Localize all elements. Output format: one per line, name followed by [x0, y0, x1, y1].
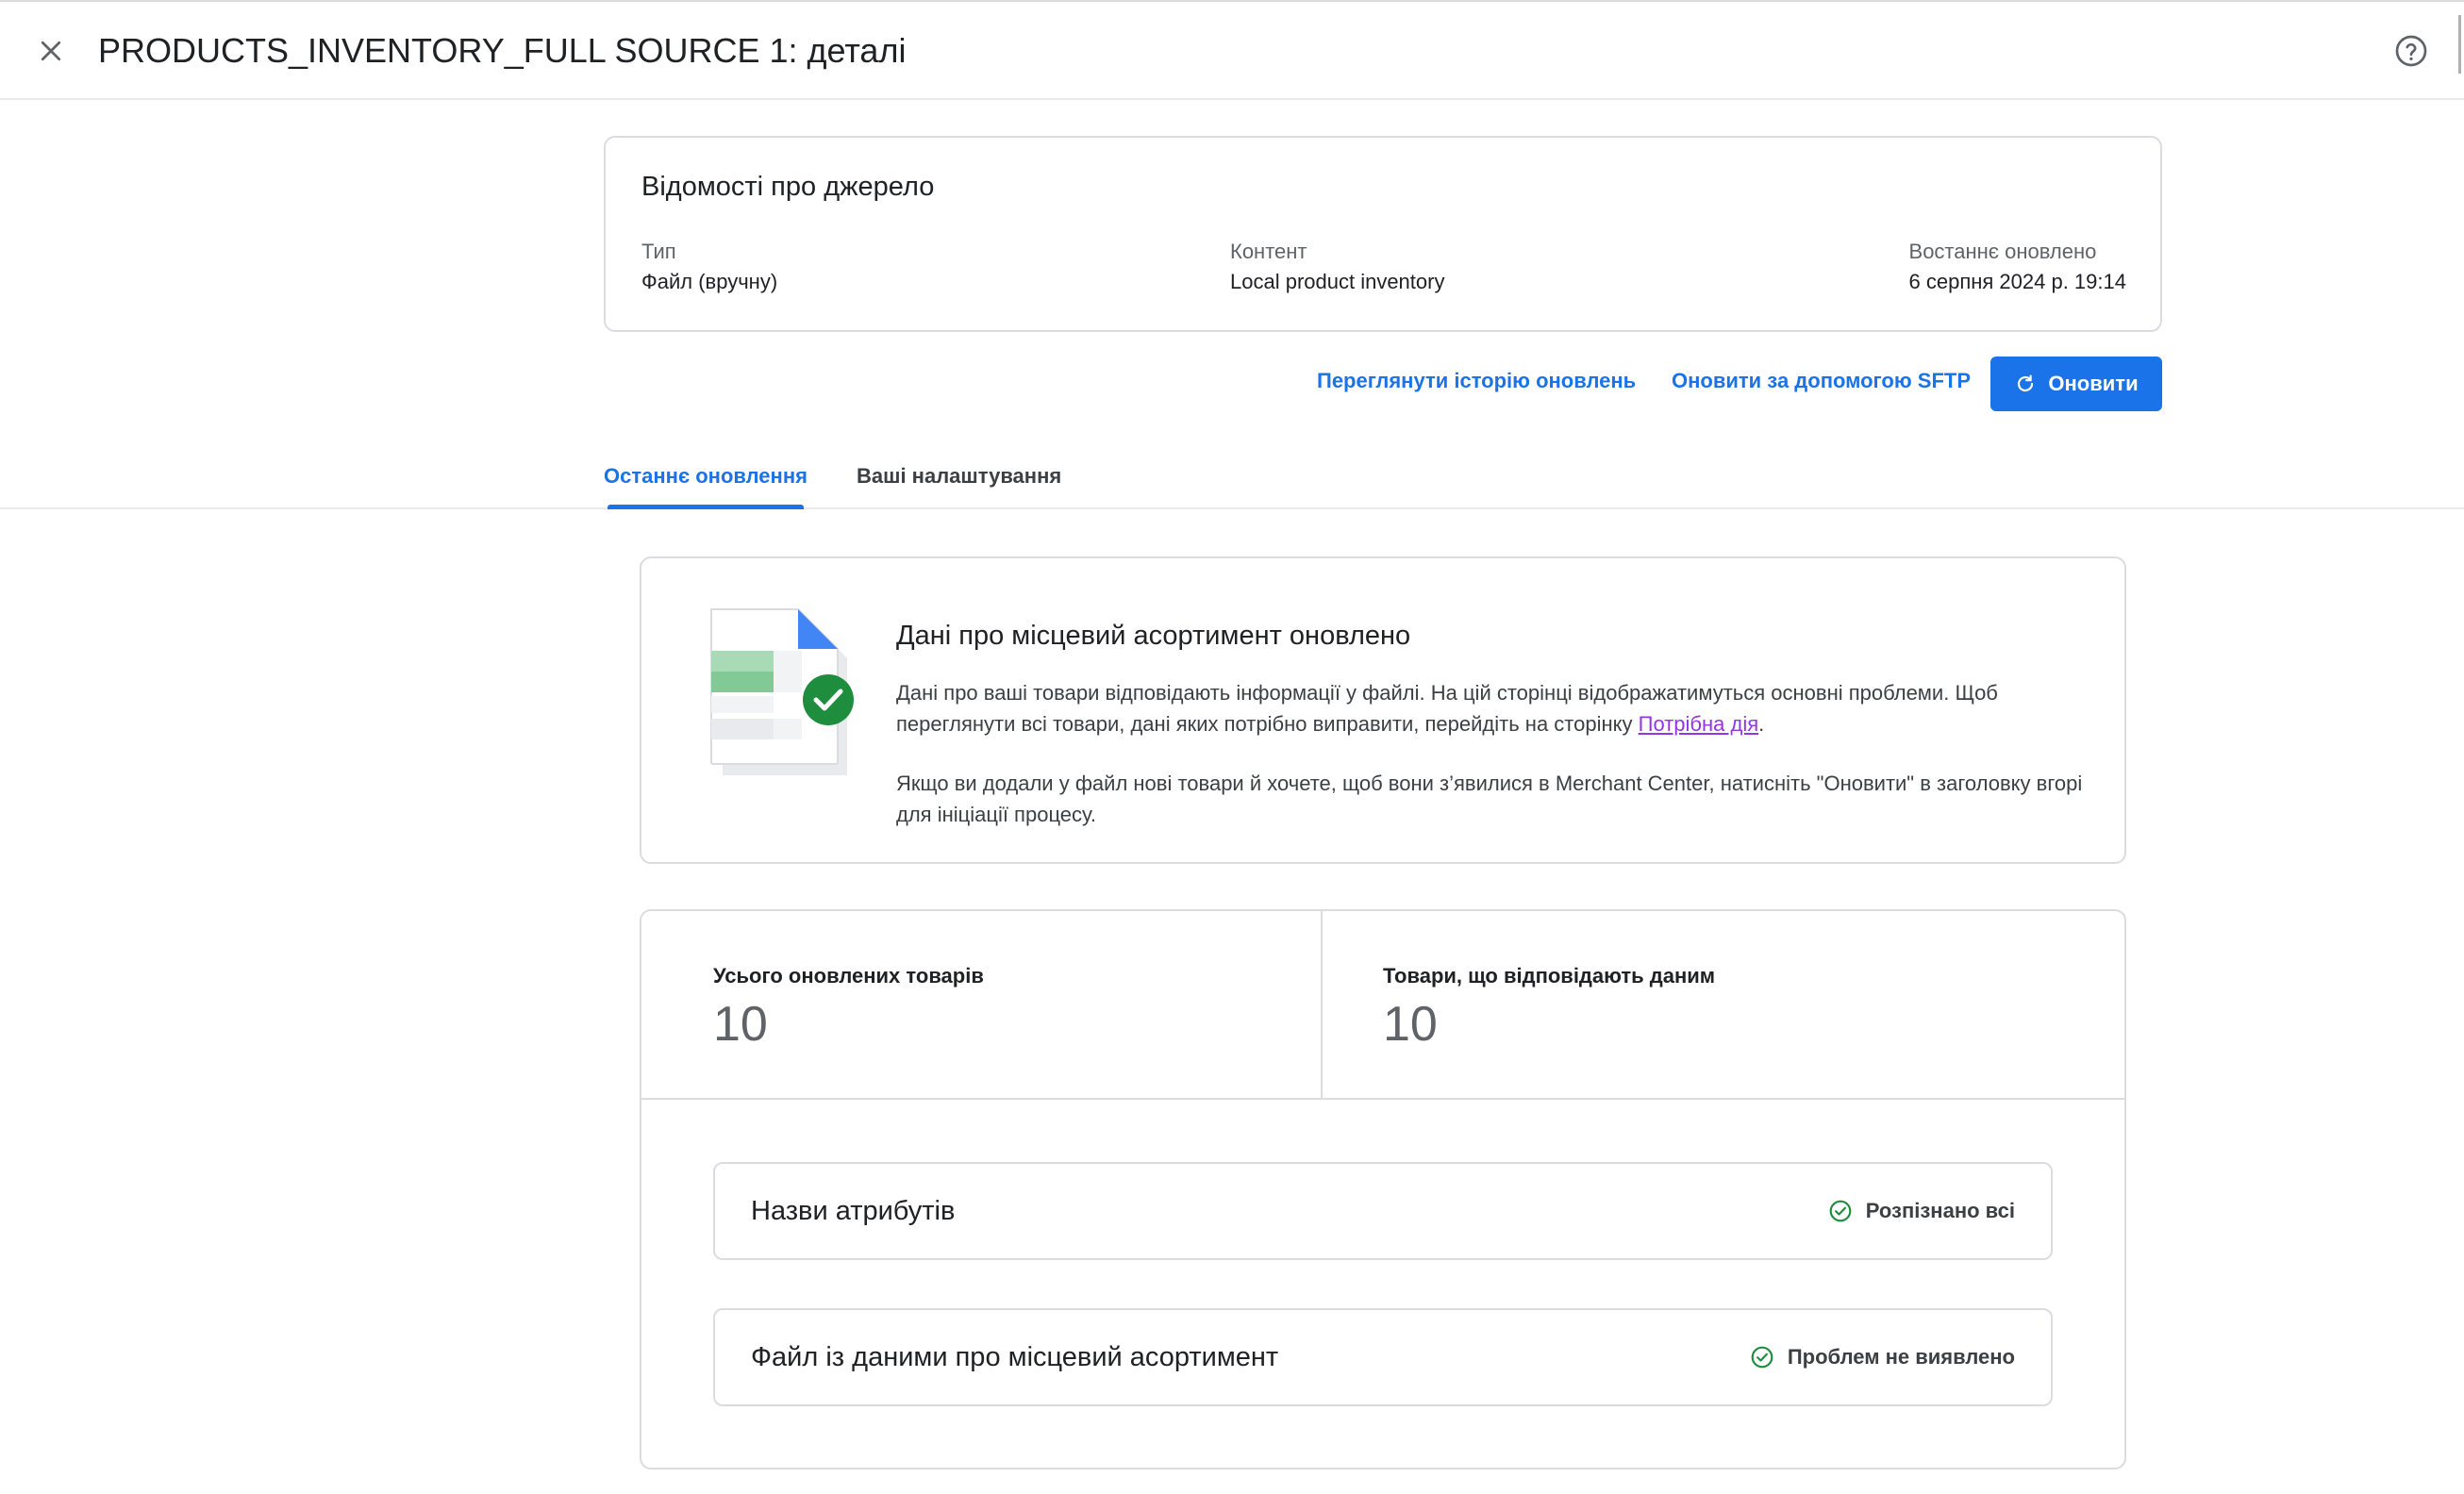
last-updated-value: 6 серпня 2024 р. 19:14 — [1908, 270, 2126, 293]
source-details-page: PRODUCTS_INVENTORY_FULL SOURCE 1: деталі… — [0, 0, 2464, 1494]
local-inventory-file-check[interactable]: Файл із даними про місцевий асортимент П… — [713, 1308, 2053, 1406]
refresh-button[interactable]: Оновити — [1990, 357, 2162, 411]
check-circle-icon — [1751, 1346, 1773, 1369]
matching-products-label: Товари, що відповідають даним — [1383, 964, 1716, 988]
attribute-names-label: Назви атрибутів — [751, 1195, 956, 1226]
status-title: Дані про місцевий асортимент оновлено — [896, 621, 1411, 651]
spreadsheet-file-check-icon — [710, 608, 854, 775]
source-type-label: Тип — [641, 240, 676, 263]
status-paragraph-1-end: . — [1758, 712, 1765, 736]
page-header: PRODUCTS_INVENTORY_FULL SOURCE 1: деталі — [0, 2, 2464, 100]
matching-products-value: 10 — [1383, 997, 1438, 1052]
source-type-value: Файл (вручну) — [641, 270, 778, 293]
status-paragraph-2: Якщо ви додали у файл нові товари й хоче… — [896, 772, 2083, 826]
total-updated-value: 10 — [713, 997, 768, 1052]
update-via-sftp-link[interactable]: Оновити за допомогою SFTP — [1672, 353, 1971, 409]
check-circle-icon — [1829, 1200, 1852, 1222]
tab-your-settings[interactable]: Ваші налаштування — [857, 445, 1061, 507]
source-content: Контент Local product inventory — [1230, 238, 1444, 298]
stats-summary-row: Усього оновлених товарів 10 Товари, що в… — [641, 911, 2124, 1100]
local-inventory-file-status: Проблем не виявлено — [1750, 1310, 2015, 1404]
update-status-card: Дані про місцевий асортимент оновлено Да… — [640, 556, 2126, 864]
source-info-heading: Відомості про джерело — [641, 172, 935, 202]
close-button[interactable] — [26, 26, 75, 75]
total-updated-stat: Усього оновлених товарів 10 — [641, 911, 1323, 1098]
page-title: PRODUCTS_INVENTORY_FULL SOURCE 1: деталі — [98, 31, 907, 70]
source-type: Тип Файл (вручну) — [641, 238, 777, 298]
local-inventory-file-status-text: Проблем не виявлено — [1787, 1345, 2015, 1369]
update-stats-card: Усього оновлених товарів 10 Товари, що в… — [640, 909, 2126, 1469]
attribute-names-status-text: Розпізнано всі — [1865, 1199, 2015, 1222]
total-updated-label: Усього оновлених товарів — [713, 964, 984, 988]
attribute-names-check[interactable]: Назви атрибутів Розпізнано всі — [713, 1162, 2053, 1260]
source-last-updated: Востаннє оновлено 6 серпня 2024 р. 19:14 — [1909, 238, 2126, 298]
status-description: Дані про ваші товари відповідають інформ… — [896, 677, 2094, 830]
local-inventory-file-label: Файл із даними про місцевий асортимент — [751, 1341, 1279, 1372]
tab-latest-update[interactable]: Останнє оновлення — [604, 445, 807, 509]
matching-products-stat: Товари, що відповідають даним 10 — [1323, 911, 2124, 1098]
last-updated-label: Востаннє оновлено — [1908, 240, 2097, 263]
action-required-link[interactable]: Потрібна дія — [1639, 712, 1759, 736]
view-update-history-link[interactable]: Переглянути історію оновлень — [1317, 353, 1636, 409]
tab-bar: Останнє оновлення Ваші налаштування — [0, 445, 2464, 509]
window-edge — [2458, 15, 2461, 74]
source-content-value: Local product inventory — [1230, 270, 1445, 293]
help-icon — [2395, 35, 2427, 67]
status-paragraph-1-text: Дані про ваші товари відповідають інформ… — [896, 681, 1998, 736]
help-button[interactable] — [2390, 30, 2432, 72]
status-paragraph-1: Дані про ваші товари відповідають інформ… — [896, 677, 2094, 739]
refresh-button-label: Оновити — [2048, 372, 2139, 395]
attribute-names-status: Розпізнано всі — [1828, 1164, 2015, 1258]
close-icon — [41, 41, 61, 61]
refresh-icon — [2018, 374, 2034, 392]
source-info-card: Відомості про джерело Тип Файл (вручну) … — [604, 136, 2162, 332]
source-content-label: Контент — [1230, 240, 1307, 263]
